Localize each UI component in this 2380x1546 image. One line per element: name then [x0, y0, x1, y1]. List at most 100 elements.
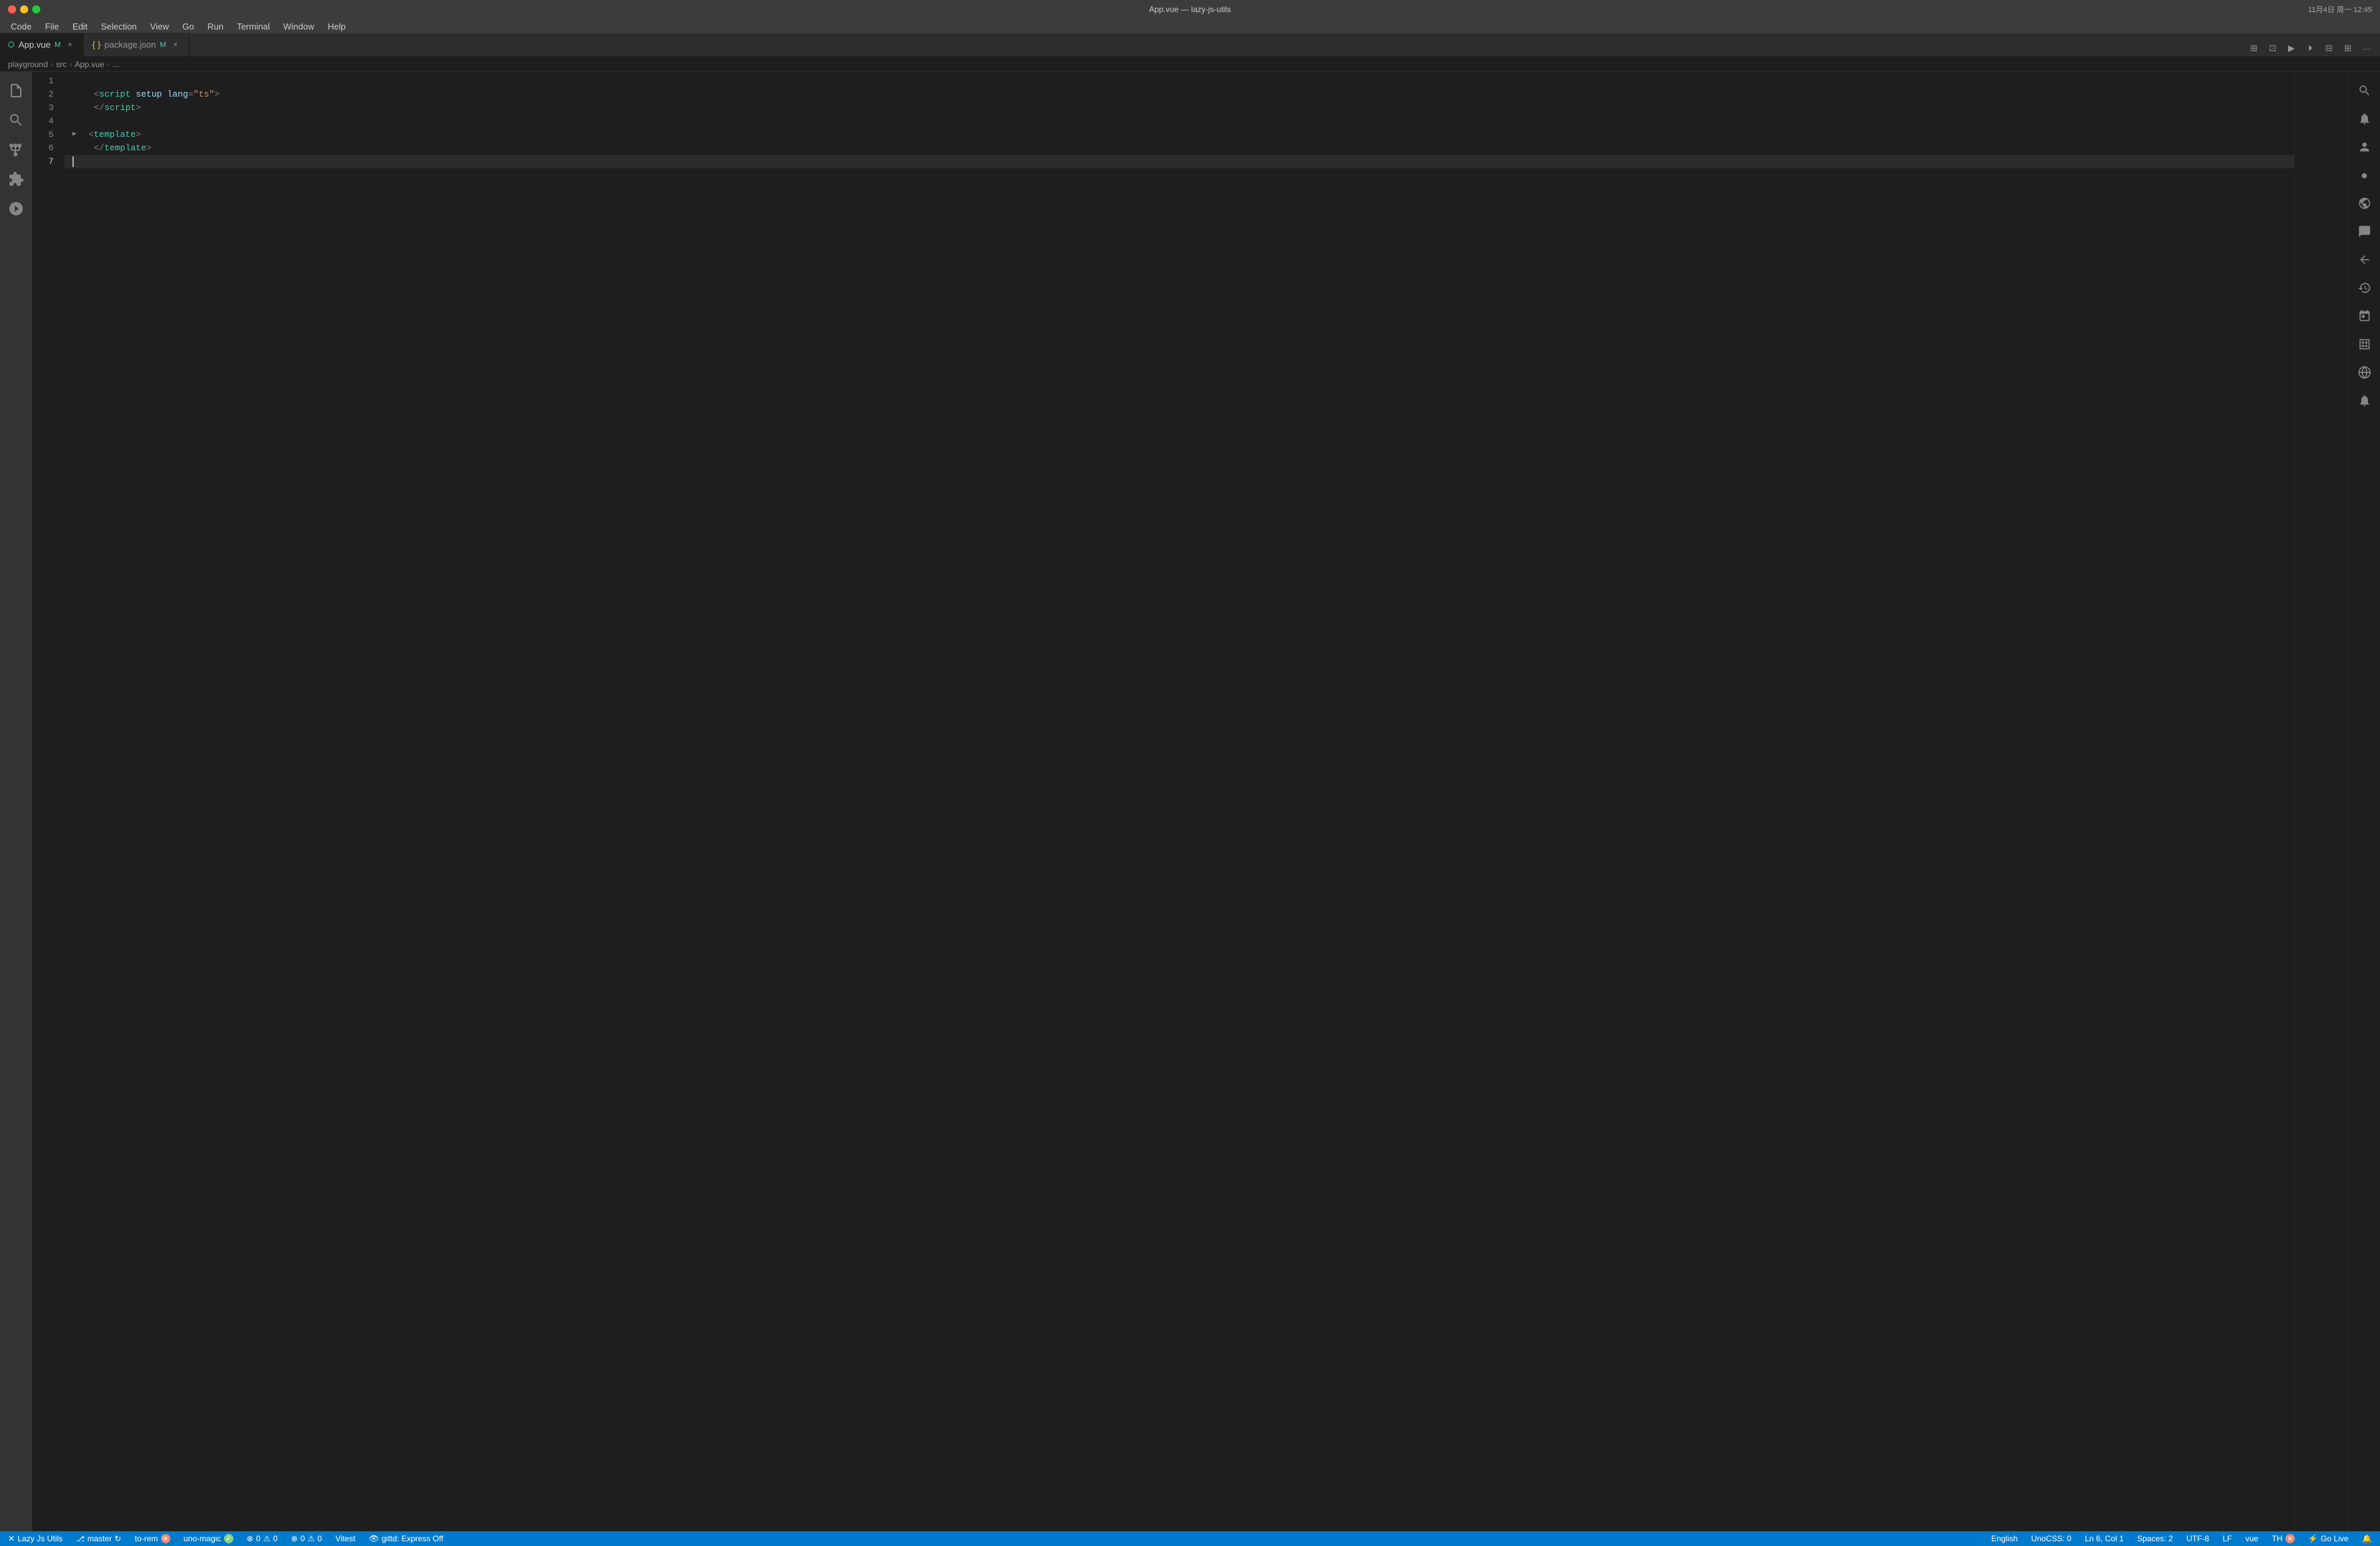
status-branch[interactable]: ⎇ master ↻	[73, 1534, 123, 1543]
status-th[interactable]: TH ✕	[2269, 1534, 2297, 1543]
close-button[interactable]	[8, 5, 16, 13]
status-to-rem[interactable]: to-rem ✕	[132, 1534, 173, 1543]
status-go-live[interactable]: ⚡ Go Live	[2306, 1534, 2351, 1543]
maximize-button[interactable]	[32, 5, 40, 13]
status-encoding[interactable]: UTF-8	[2183, 1534, 2212, 1543]
title-bar-center: App.vue — lazy-js-utils	[1149, 5, 1231, 14]
menu-file[interactable]: File	[40, 20, 64, 33]
tag-close-3: >	[136, 128, 141, 142]
status-notifications[interactable]: 🔔	[2359, 1534, 2375, 1543]
warning-icon: ⚠	[263, 1534, 270, 1543]
menu-go[interactable]: Go	[177, 20, 199, 33]
breadcrumb-appvue[interactable]: App.vue	[74, 60, 104, 69]
status-language[interactable]: English	[1989, 1534, 2020, 1543]
window-title: App.vue — lazy-js-utils	[1149, 5, 1231, 14]
line-num-6: 6	[32, 142, 59, 155]
traffic-lights	[8, 5, 40, 13]
menu-code[interactable]: Code	[5, 20, 37, 33]
status-unocss[interactable]: UnoCSS: 0	[2029, 1534, 2074, 1543]
status-spaces[interactable]: Spaces: 2	[2134, 1534, 2175, 1543]
title-bar-right: 11月4日 周一 12:45	[2308, 4, 2372, 15]
sync-icon: ↻	[115, 1534, 121, 1543]
tab-app-vue[interactable]: ⬡ App.vue M ×	[0, 33, 84, 56]
code-editor[interactable]: 1 2 3 4 5 6 7 <script setup lang="ts"> <…	[32, 72, 2348, 1531]
tab-app-vue-close[interactable]: ×	[64, 40, 75, 50]
activity-git-icon[interactable]	[3, 136, 30, 163]
tab-package-json-close[interactable]: ×	[170, 40, 181, 50]
right-panel-calendar-icon[interactable]	[2351, 303, 2378, 329]
go-live-icon: ⚡	[2308, 1534, 2318, 1543]
tab-package-json[interactable]: { } package.json M ×	[84, 33, 189, 56]
line-numbers: 1 2 3 4 5 6 7	[32, 72, 64, 1531]
status-bar: ✕ Lazy Js Utils ⎇ master ↻ to-rem ✕ uno-…	[0, 1531, 2380, 1546]
right-panel-chat-icon[interactable]	[2351, 218, 2378, 245]
status-project[interactable]: ✕ Lazy Js Utils	[5, 1534, 65, 1543]
right-panel-settings-bottom-icon[interactable]	[2351, 387, 2378, 414]
status-file-type[interactable]: vue	[2242, 1534, 2261, 1543]
breadcrumb-sep-1: ›	[50, 60, 53, 69]
eq-1: =	[188, 88, 193, 101]
template-close-tag: template	[105, 142, 146, 155]
branch-icon: ⎇	[76, 1535, 85, 1543]
right-panel-layout-icon[interactable]	[2351, 331, 2378, 358]
tab-app-vue-badge: M	[54, 41, 60, 49]
code-line-2: <script setup lang="ts">	[64, 88, 2294, 101]
layout-button[interactable]: ⊟	[2321, 40, 2337, 56]
status-project-label: Lazy Js Utils	[17, 1534, 62, 1543]
tag-open-4: </	[94, 142, 105, 155]
breadcrumb-src[interactable]: src	[56, 60, 66, 69]
right-panel-globe-icon[interactable]	[2351, 359, 2378, 386]
menu-terminal[interactable]: Terminal	[231, 20, 275, 33]
right-panel-git-icon[interactable]	[2351, 246, 2378, 273]
git-warning-count: 0	[317, 1534, 322, 1543]
right-panel-world-icon[interactable]	[2351, 190, 2378, 217]
menu-view[interactable]: View	[145, 20, 174, 33]
status-githd[interactable]: 👁 gittd: Express Off	[366, 1534, 446, 1543]
right-panel-notification-icon[interactable]	[2351, 105, 2378, 132]
script-tag: script	[99, 88, 131, 101]
menu-help[interactable]: Help	[322, 20, 351, 33]
activity-run-debug-icon[interactable]	[3, 195, 30, 222]
unocss-label: UnoCSS: 0	[2031, 1534, 2071, 1543]
code-content[interactable]: <script setup lang="ts"> </script> ▶ <te…	[64, 72, 2294, 1531]
activity-files-icon[interactable]	[3, 77, 30, 104]
activity-extensions-icon[interactable]	[3, 166, 30, 193]
title-bar: App.vue — lazy-js-utils 11月4日 周一 12:45	[0, 0, 2380, 19]
status-branch-label: master	[87, 1534, 112, 1543]
status-errors[interactable]: ⊗ 0 ⚠ 0	[244, 1534, 280, 1543]
right-panel-search-icon[interactable]	[2351, 77, 2378, 104]
right-panel-history-icon[interactable]	[2351, 274, 2378, 301]
line-num-1: 1	[32, 74, 59, 88]
open-editors-button[interactable]: ⊡	[2265, 40, 2281, 56]
uno-magic-label: uno-magic	[184, 1534, 221, 1543]
right-panel-pin-icon[interactable]: ●	[2351, 162, 2378, 189]
split-editor-button[interactable]: ⊞	[2246, 40, 2262, 56]
menu-edit[interactable]: Edit	[67, 20, 93, 33]
go-live-label: Go Live	[2321, 1534, 2348, 1543]
status-line-col[interactable]: Ln 6, Col 1	[2082, 1534, 2126, 1543]
tab-package-json-badge: M	[160, 41, 166, 49]
minimize-button[interactable]	[20, 5, 28, 13]
menu-window[interactable]: Window	[278, 20, 319, 33]
play-button[interactable]: ⏵	[2302, 40, 2318, 56]
right-panel-avatar-icon[interactable]	[2351, 134, 2378, 160]
menu-selection[interactable]: Selection	[95, 20, 142, 33]
status-eol[interactable]: LF	[2220, 1534, 2234, 1543]
editor-area: 1 2 3 4 5 6 7 <script setup lang="ts"> <…	[32, 72, 2348, 1531]
lang-attr: lang	[162, 88, 188, 101]
menu-run[interactable]: Run	[202, 20, 229, 33]
activity-search-icon[interactable]	[3, 107, 30, 134]
breadcrumb-ellipsis[interactable]: ...	[112, 60, 119, 69]
script-close-tag: script	[105, 101, 136, 115]
json-file-icon: { }	[92, 40, 100, 50]
more-actions-button[interactable]: ···	[2359, 40, 2375, 56]
template-tag: template	[94, 128, 136, 142]
status-git-errors[interactable]: ⊗ 0 ⚠ 0	[288, 1534, 325, 1543]
run-button[interactable]: ▶	[2283, 40, 2300, 56]
breadcrumb-playground[interactable]: playground	[8, 60, 48, 69]
status-vitest[interactable]: Vitest	[333, 1534, 358, 1543]
fold-arrow-5[interactable]: ▶	[72, 128, 76, 142]
eol-label: LF	[2222, 1534, 2232, 1543]
grid-button[interactable]: ⊞	[2340, 40, 2356, 56]
status-uno-magic[interactable]: uno-magic ✓	[181, 1534, 236, 1543]
